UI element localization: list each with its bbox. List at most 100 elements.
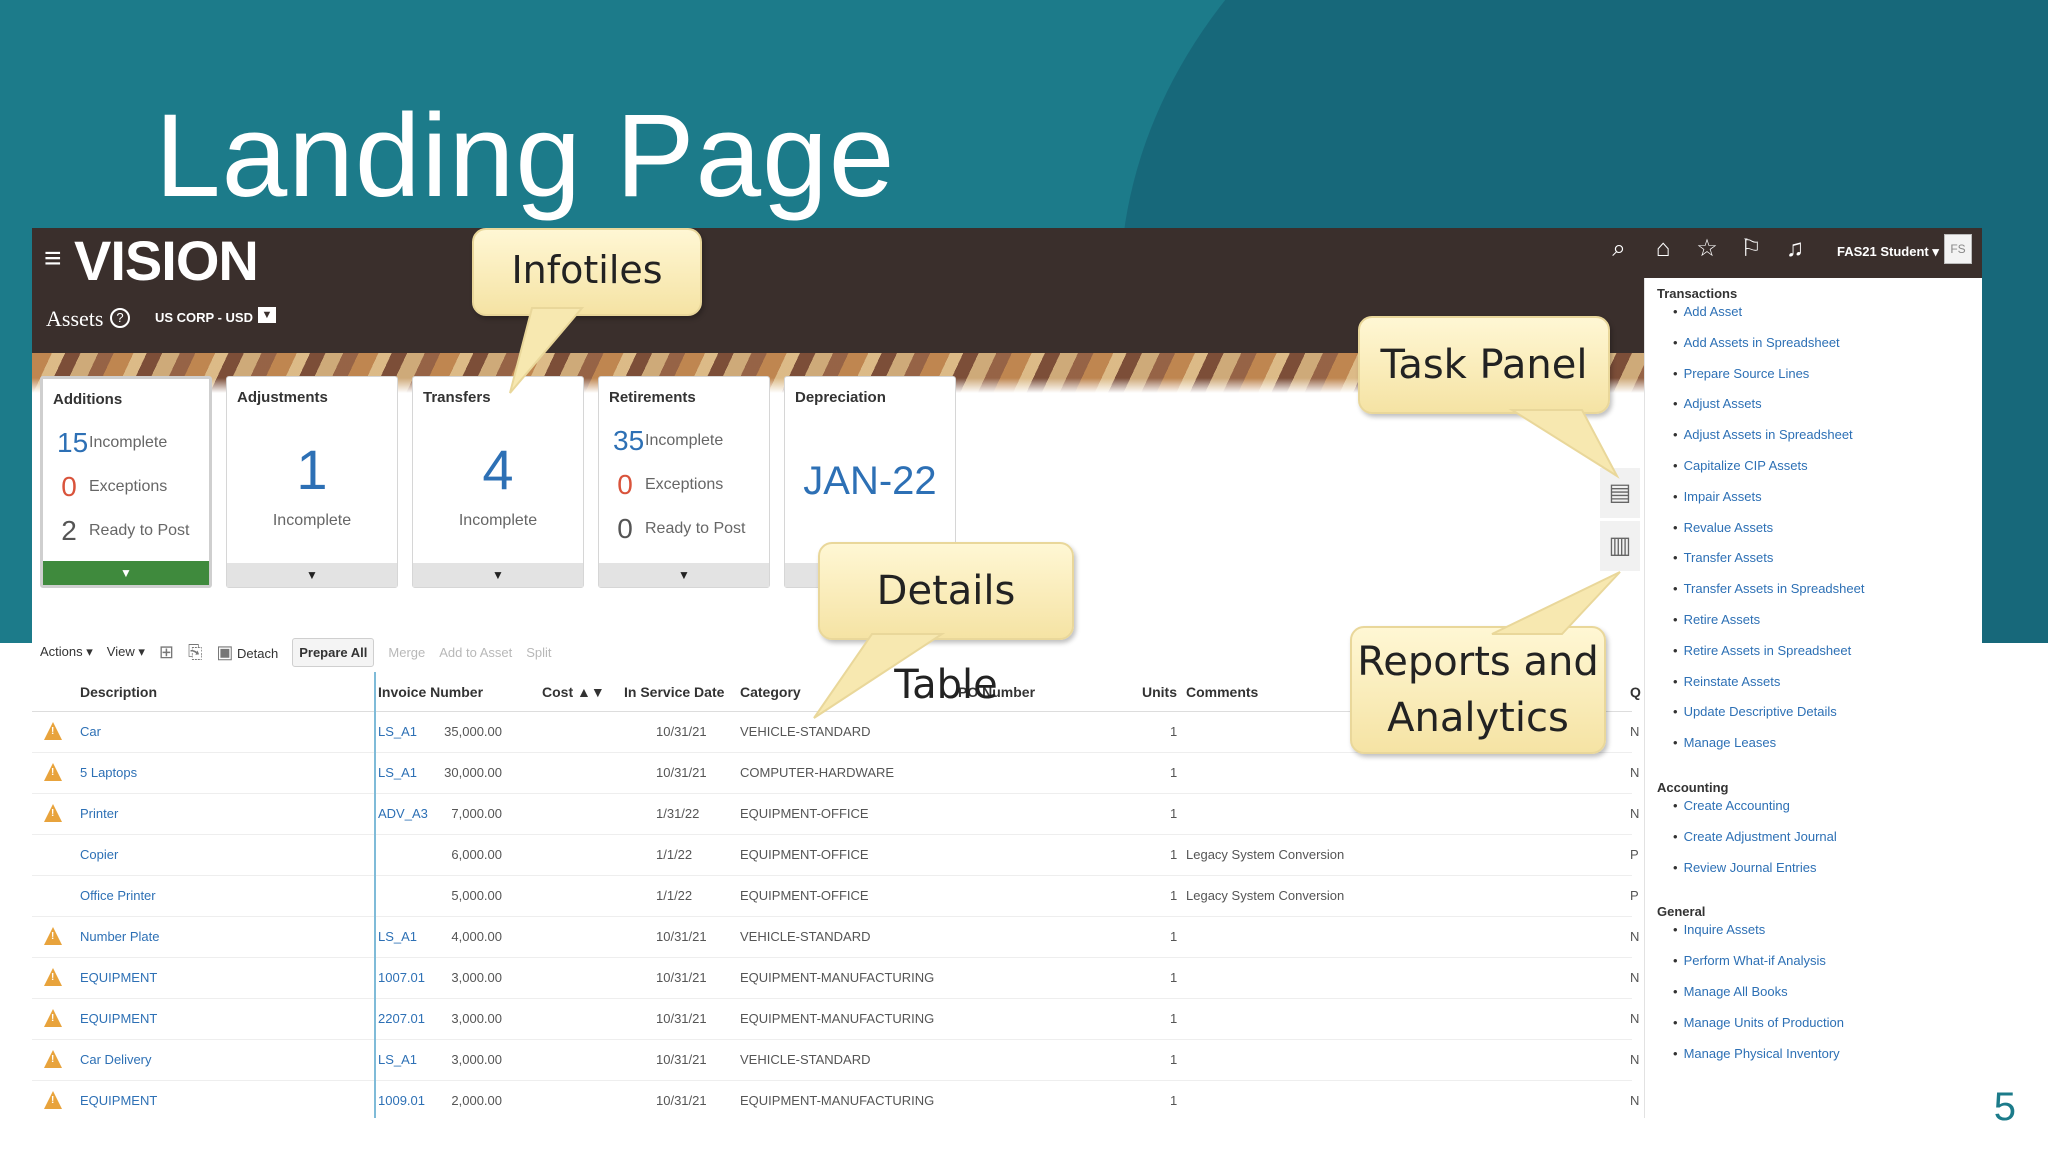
chevron-down-icon[interactable]: ▼ bbox=[413, 563, 583, 587]
help-icon[interactable]: ? bbox=[110, 308, 130, 328]
cell-cost: 5,000.00 bbox=[451, 888, 502, 903]
task-link[interactable]: Manage Physical Inventory bbox=[1673, 1046, 1840, 1061]
tile-additions[interactable]: Additions 15 Incomplete 0 Exceptions 2 Read… bbox=[40, 376, 212, 588]
task-link[interactable]: Revalue Assets bbox=[1673, 520, 1774, 535]
cell-cost: 6,000.00 bbox=[451, 847, 502, 862]
chevron-down-icon[interactable]: ▼ bbox=[43, 561, 209, 585]
task-link[interactable]: Add Asset bbox=[1673, 304, 1743, 319]
task-link[interactable]: Adjust Assets bbox=[1673, 396, 1762, 411]
flag-icon[interactable]: ⚐ bbox=[1736, 234, 1766, 264]
task-link[interactable]: Retire Assets bbox=[1673, 612, 1761, 627]
table-row[interactable]: ! Printer ADV_A3 7,000.00 1/31/22 EQUIPMENT-O… bbox=[32, 794, 1639, 835]
cell-invoice[interactable]: 2207.01 bbox=[378, 1011, 425, 1026]
freeze-icon[interactable]: ⊞ bbox=[159, 642, 174, 663]
task-link[interactable]: Transfer Assets bbox=[1673, 550, 1774, 565]
col-units[interactable]: Units bbox=[1142, 684, 1177, 700]
col-cost[interactable]: Cost ▲▼ bbox=[542, 684, 605, 700]
cell-date: 1/1/22 bbox=[656, 888, 693, 903]
cell-description[interactable]: EQUIPMENT bbox=[80, 1011, 157, 1026]
detach-button[interactable]: ▣ Detach bbox=[216, 642, 278, 663]
infotiles-callout-tail bbox=[509, 307, 585, 394]
table-row[interactable]: ! Number Plate LS_A1 4,000.00 10/31/21 VEHICL… bbox=[32, 917, 1639, 958]
table-row[interactable]: Copier 6,000.00 1/1/22 EQUIPMENT-OFFICE 1 Leg… bbox=[32, 835, 1639, 876]
col-category[interactable]: Category bbox=[740, 684, 801, 700]
task-link[interactable]: Perform What-if Analysis bbox=[1673, 953, 1826, 968]
col-in-service-date[interactable]: In Service Date bbox=[624, 684, 724, 700]
cell-description[interactable]: Copier bbox=[80, 847, 118, 862]
cell-invoice[interactable]: ADV_A3 bbox=[378, 806, 428, 821]
view-menu[interactable]: View ▾ bbox=[107, 644, 145, 660]
col-comments[interactable]: Comments bbox=[1186, 684, 1258, 700]
bell-icon[interactable]: ♫ bbox=[1780, 234, 1810, 264]
task-link[interactable]: Prepare Source Lines bbox=[1673, 366, 1810, 381]
cell-description[interactable]: EQUIPMENT bbox=[80, 1093, 157, 1108]
task-link[interactable]: Create Accounting bbox=[1673, 798, 1790, 813]
add-to-asset-button[interactable]: Add to Asset bbox=[439, 645, 512, 660]
task-link[interactable]: Review Journal Entries bbox=[1673, 860, 1817, 875]
task-link[interactable]: Create Adjustment Journal bbox=[1673, 829, 1837, 844]
task-link[interactable]: Manage All Books bbox=[1673, 984, 1788, 999]
cell-invoice[interactable]: 1007.01 bbox=[378, 970, 425, 985]
col-q[interactable]: Q bbox=[1630, 684, 1641, 700]
table-row[interactable]: ! 5 Laptops LS_A1 30,000.00 10/31/21 COMPUTER… bbox=[32, 753, 1639, 794]
cell-description[interactable]: 5 Laptops bbox=[80, 765, 137, 780]
cell-description[interactable]: Car bbox=[80, 724, 101, 739]
tile-adjustments[interactable]: Adjustments 1 Incomplete ▼ bbox=[226, 376, 398, 588]
task-link[interactable]: Capitalize CIP Assets bbox=[1673, 458, 1808, 473]
reports-icon[interactable]: ▥ bbox=[1600, 521, 1640, 571]
merge-button[interactable]: Merge bbox=[388, 645, 425, 660]
task-link[interactable]: Impair Assets bbox=[1673, 489, 1762, 504]
home-icon[interactable]: ⌂ bbox=[1648, 234, 1678, 264]
table-row[interactable]: Office Printer 5,000.00 1/1/22 EQUIPMENT-OF… bbox=[32, 876, 1639, 917]
cell-description[interactable]: Car Delivery bbox=[80, 1052, 152, 1067]
cell-category: EQUIPMENT-MANUFACTURING bbox=[740, 1011, 935, 1026]
cell-cost: 3,000.00 bbox=[451, 1052, 502, 1067]
cell-description[interactable]: EQUIPMENT bbox=[80, 970, 157, 985]
cell-invoice[interactable]: LS_A1 bbox=[378, 765, 417, 780]
split-button[interactable]: Split bbox=[526, 645, 551, 660]
global-icons: ⌕ ⌂ ☆ ⚐ ♫ bbox=[1604, 234, 1810, 264]
menu-icon[interactable]: ≡ bbox=[44, 242, 62, 276]
cell-date: 1/1/22 bbox=[656, 847, 693, 862]
chevron-down-icon[interactable]: ▼ bbox=[258, 307, 276, 323]
col-description[interactable]: Description bbox=[80, 684, 157, 700]
export-icon[interactable]: ⎘ bbox=[188, 642, 202, 663]
cell-category: VEHICLE-STANDARD bbox=[740, 1052, 871, 1067]
col-invoice-number[interactable]: Invoice Number bbox=[378, 684, 483, 700]
table-row[interactable]: ! Car Delivery LS_A1 3,000.00 10/31/21 VEHICL… bbox=[32, 1040, 1639, 1081]
table-row[interactable]: ! EQUIPMENT 1009.01 2,000.00 10/31/21 EQUIPME… bbox=[32, 1081, 1639, 1118]
cell-invoice[interactable]: 1009.01 bbox=[378, 1093, 425, 1108]
table-row[interactable]: ! EQUIPMENT 2207.01 3,000.00 10/31/21 EQUIPME… bbox=[32, 999, 1639, 1040]
task-link[interactable]: Manage Leases bbox=[1673, 735, 1777, 750]
cell-description[interactable]: Office Printer bbox=[80, 888, 156, 903]
cell-invoice[interactable]: LS_A1 bbox=[378, 724, 417, 739]
slide-title: Landing Page bbox=[155, 90, 896, 222]
task-link[interactable]: Transfer Assets in Spreadsheet bbox=[1673, 581, 1865, 596]
task-link[interactable]: Adjust Assets in Spreadsheet bbox=[1673, 427, 1853, 442]
tile-retirements[interactable]: Retirements 35 Incomplete 0 Exceptions 0 Re… bbox=[598, 376, 770, 588]
cell-units: 1 bbox=[1170, 806, 1178, 821]
task-link[interactable]: Manage Units of Production bbox=[1673, 1015, 1844, 1030]
task-link[interactable]: Reinstate Assets bbox=[1673, 674, 1781, 689]
actions-menu[interactable]: Actions ▾ bbox=[40, 644, 93, 660]
search-icon[interactable]: ⌕ bbox=[1604, 234, 1634, 264]
table-row[interactable]: ! EQUIPMENT 1007.01 3,000.00 10/31/21 EQUIPME… bbox=[32, 958, 1639, 999]
star-icon[interactable]: ☆ bbox=[1692, 234, 1722, 264]
ledger-selector[interactable]: US CORP - USD bbox=[155, 310, 253, 325]
task-link[interactable]: Retire Assets in Spreadsheet bbox=[1673, 643, 1852, 658]
chevron-down-icon[interactable]: ▼ bbox=[599, 563, 769, 587]
cell-description[interactable]: Number Plate bbox=[80, 929, 159, 944]
cell-description[interactable]: Printer bbox=[80, 806, 118, 821]
cell-invoice[interactable]: LS_A1 bbox=[378, 1052, 417, 1067]
chevron-down-icon[interactable]: ▼ bbox=[227, 563, 397, 587]
task-link[interactable]: Update Descriptive Details bbox=[1673, 704, 1837, 719]
cell-invoice[interactable]: LS_A1 bbox=[378, 929, 417, 944]
cell-q: P bbox=[1630, 847, 1639, 862]
cell-comments: Legacy System Conversion bbox=[1186, 847, 1345, 862]
avatar[interactable]: FS bbox=[1944, 234, 1972, 264]
tile-transfers[interactable]: Transfers 4 Incomplete ▼ bbox=[412, 376, 584, 588]
user-menu[interactable]: FAS21 Student ▾ bbox=[1837, 244, 1939, 260]
task-link[interactable]: Inquire Assets bbox=[1673, 922, 1766, 937]
task-link[interactable]: Add Assets in Spreadsheet bbox=[1673, 335, 1840, 350]
prepare-all-button[interactable]: Prepare All bbox=[292, 637, 375, 667]
